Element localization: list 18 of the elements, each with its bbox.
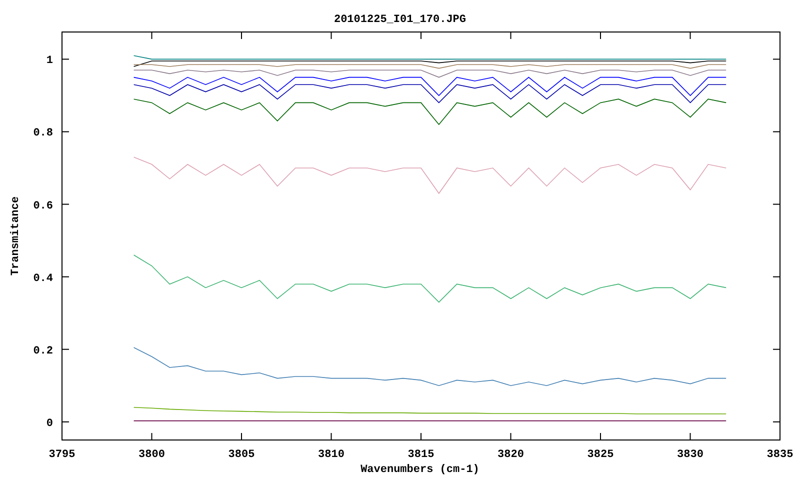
tick-label: 0: [46, 418, 53, 430]
tick-label: 0.4: [33, 272, 53, 285]
tick-label: 3795: [48, 449, 76, 461]
tick-label: 3830: [677, 449, 704, 461]
tick-label: 1: [46, 55, 53, 68]
tick-label: 3815: [408, 449, 434, 461]
tick-label: 3800: [138, 449, 165, 461]
chart-title: 20101225_I01_170.JPG: [334, 14, 466, 26]
tick-label: 3835: [766, 449, 794, 461]
tick-label: 3825: [587, 449, 614, 461]
tick-label: 3820: [498, 449, 524, 461]
y-axis-label: Transmitance: [10, 196, 22, 276]
tick-label: 0.8: [33, 128, 53, 140]
tick-label: 3805: [228, 449, 255, 461]
x-axis-label: Wavenumbers (cm-1): [360, 464, 480, 476]
tick-label: 3810: [318, 449, 344, 461]
tick-label: 0.6: [33, 200, 53, 212]
tick-label: 0.2: [33, 345, 53, 358]
